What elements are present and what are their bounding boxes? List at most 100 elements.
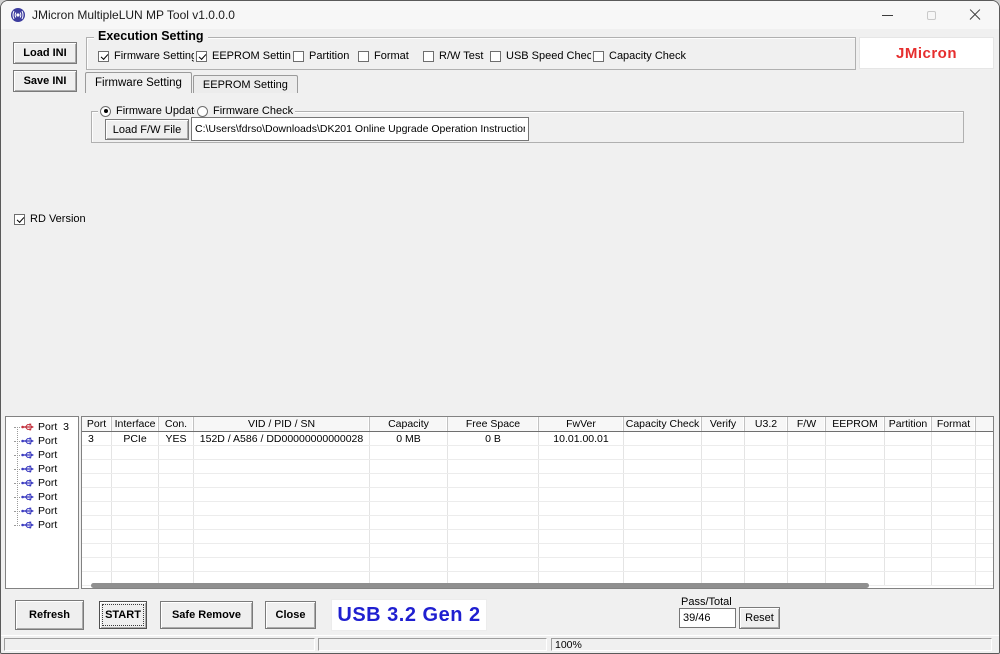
table-cell [885, 544, 932, 557]
close-button[interactable] [953, 1, 997, 29]
table-row-empty [82, 544, 993, 558]
table-cell [826, 446, 885, 459]
checkbox-icon [293, 51, 304, 62]
column-header-partition[interactable]: Partition [885, 417, 932, 431]
table-cell [82, 530, 112, 543]
table-cell [370, 460, 448, 473]
table-cell [624, 530, 702, 543]
column-header-format[interactable]: Format [932, 417, 976, 431]
usb-icon [21, 492, 35, 502]
column-header-verify[interactable]: Verify [702, 417, 745, 431]
exec-checkbox-format[interactable]: Format [356, 50, 411, 62]
tree-branch-line [14, 441, 20, 442]
exec-checkbox-firmware-setting[interactable]: Firmware Setting [96, 50, 199, 62]
exec-checkbox-eeprom-setting[interactable]: EEPROM Setting [194, 50, 299, 62]
status-pane-progress: 100% [551, 638, 992, 651]
table-cell [159, 474, 194, 487]
table-cell [448, 460, 539, 473]
close-app-button[interactable]: Close [265, 601, 316, 629]
load-fw-file-button[interactable]: Load F/W File [105, 119, 189, 140]
horizontal-scrollbar[interactable] [91, 583, 869, 588]
table-cell [702, 432, 745, 445]
exec-checkbox-r-w-test[interactable]: R/W Test [421, 50, 485, 62]
table-cell [112, 446, 159, 459]
reset-button[interactable]: Reset [739, 607, 780, 629]
column-header-capacity[interactable]: Capacity [370, 417, 448, 431]
exec-checkbox-capacity-check[interactable]: Capacity Check [591, 50, 688, 62]
checkbox-icon [593, 51, 604, 62]
column-header-free-space[interactable]: Free Space [448, 417, 539, 431]
tree-item-label: Port 3 [38, 421, 69, 433]
radio-icon [197, 106, 208, 117]
column-header-port[interactable]: Port [82, 417, 112, 431]
table-cell [194, 544, 370, 557]
device-table-body: 3PCIeYES152D / A586 / DD000000000000280 … [82, 432, 993, 586]
column-header-interface[interactable]: Interface [112, 417, 159, 431]
checkbox-icon [358, 51, 369, 62]
table-cell [745, 460, 788, 473]
table-cell [702, 516, 745, 529]
usb-icon [21, 478, 35, 488]
table-cell [702, 530, 745, 543]
table-cell [826, 432, 885, 445]
firmware-check-radio[interactable]: Firmware Check [195, 105, 295, 117]
pass-total-input[interactable] [679, 608, 736, 628]
table-cell [885, 516, 932, 529]
column-header-con.[interactable]: Con. [159, 417, 194, 431]
window-title: JMicron MultipleLUN MP Tool v1.0.0.0 [32, 8, 235, 22]
column-header-vid-pid-sn[interactable]: VID / PID / SN [194, 417, 370, 431]
column-header-capacity-check[interactable]: Capacity Check [624, 417, 702, 431]
load-ini-button[interactable]: Load INI [13, 42, 77, 64]
column-header-eeprom[interactable]: EEPROM [826, 417, 885, 431]
tab-eeprom-setting[interactable]: EEPROM Setting [193, 75, 298, 93]
tree-item-port[interactable]: Port [6, 490, 78, 504]
table-cell [194, 530, 370, 543]
table-cell [885, 572, 932, 585]
minimize-button[interactable] [865, 1, 909, 29]
table-cell [112, 558, 159, 571]
table-cell [885, 446, 932, 459]
tree-item-port[interactable]: Port [6, 434, 78, 448]
tree-item-port[interactable]: Port [6, 462, 78, 476]
tree-item-port[interactable]: Port [6, 448, 78, 462]
checkbox-label: EEPROM Setting [212, 50, 297, 62]
column-header-fwver[interactable]: FwVer [539, 417, 624, 431]
table-cell [745, 446, 788, 459]
table-cell [194, 558, 370, 571]
tree-item-port[interactable]: Port [6, 504, 78, 518]
safe-remove-button[interactable]: Safe Remove [160, 601, 253, 629]
table-cell [788, 432, 826, 445]
rd-version-checkbox[interactable]: RD Version [12, 213, 88, 225]
table-cell [826, 516, 885, 529]
table-cell [702, 502, 745, 515]
exec-checkbox-usb-speed-check[interactable]: USB Speed Check [488, 50, 600, 62]
save-ini-button[interactable]: Save INI [13, 70, 77, 92]
start-button[interactable]: START [99, 601, 147, 629]
tree-item-port[interactable]: Port [6, 476, 78, 490]
exec-checkbox-partition[interactable]: Partition [291, 50, 351, 62]
refresh-button[interactable]: Refresh [15, 600, 84, 630]
firmware-update-radio[interactable]: Firmware Update [98, 105, 202, 117]
table-cell [932, 572, 976, 585]
column-header-f-w[interactable]: F/W [788, 417, 826, 431]
fw-file-path-input[interactable] [191, 117, 529, 141]
table-cell [159, 530, 194, 543]
table-cell [932, 544, 976, 557]
brand-logo: JMicron [896, 45, 957, 62]
tree-item-port[interactable]: Port [6, 518, 78, 532]
tab-firmware-setting[interactable]: Firmware Setting [85, 72, 192, 93]
column-header-u3.2[interactable]: U3.2 [745, 417, 788, 431]
table-cell [159, 460, 194, 473]
table-cell [448, 558, 539, 571]
usb-icon [21, 506, 35, 516]
tree-item-label: Port [38, 477, 57, 489]
table-cell [788, 530, 826, 543]
table-cell [370, 502, 448, 515]
table-row[interactable]: 3PCIeYES152D / A586 / DD000000000000280 … [82, 432, 993, 446]
status-pane-2 [318, 638, 547, 651]
port-tree: Port 3PortPortPortPortPortPortPort [5, 416, 79, 589]
table-cell [82, 544, 112, 557]
table-cell [826, 488, 885, 501]
table-cell: 0 MB [370, 432, 448, 445]
tree-item-port-3[interactable]: Port 3 [6, 420, 78, 434]
